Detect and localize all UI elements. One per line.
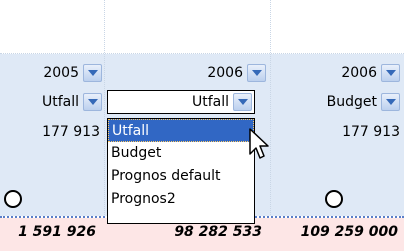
type-select-col2-open[interactable]: Utfall xyxy=(107,90,255,114)
type-select-col1[interactable]: Utfall xyxy=(0,91,102,113)
year-select-col3[interactable]: 2006 xyxy=(274,62,400,84)
column-separator xyxy=(104,0,105,215)
dropdown-option-prognos2[interactable]: Prognos2 xyxy=(108,188,254,211)
dropdown-arrow-icon[interactable] xyxy=(381,64,400,82)
type-select-col3[interactable]: Budget xyxy=(274,91,400,113)
year-select-col2[interactable]: 2006 xyxy=(108,62,266,84)
dropdown-arrow-icon[interactable] xyxy=(381,93,400,111)
total-col3: 109 259 000 xyxy=(300,224,398,240)
type-dropdown-list[interactable]: Utfall Budget Prognos default Prognos2 xyxy=(107,118,255,224)
table-top-band xyxy=(0,0,404,54)
dropdown-arrow-icon[interactable] xyxy=(83,93,102,111)
dropdown-arrow-icon[interactable] xyxy=(233,93,252,111)
dropdown-arrow-icon[interactable] xyxy=(247,64,266,82)
year-value: 2005 xyxy=(43,65,79,81)
type-value: Utfall xyxy=(41,94,79,110)
total-col1: 1 591 926 xyxy=(18,224,96,240)
total-col2: 98 282 533 xyxy=(174,224,262,240)
radio-circle-col1[interactable] xyxy=(4,190,22,208)
year-value: 2006 xyxy=(207,65,243,81)
value-cell-col3: 177 913 xyxy=(342,124,400,140)
dropdown-option-utfall[interactable]: Utfall xyxy=(108,119,254,142)
radio-circle-col3[interactable] xyxy=(325,190,343,208)
column-separator xyxy=(270,0,271,215)
dropdown-option-prognos-default[interactable]: Prognos default xyxy=(108,165,254,188)
dropdown-arrow-icon[interactable] xyxy=(83,64,102,82)
year-select-col1[interactable]: 2005 xyxy=(0,62,102,84)
value-cell-col1: 177 913 xyxy=(42,124,100,140)
type-value: Utfall xyxy=(191,94,229,110)
dropdown-option-budget[interactable]: Budget xyxy=(108,142,254,165)
mouse-pointer-icon xyxy=(249,128,269,159)
type-value: Budget xyxy=(326,94,377,110)
year-value: 2006 xyxy=(341,65,377,81)
